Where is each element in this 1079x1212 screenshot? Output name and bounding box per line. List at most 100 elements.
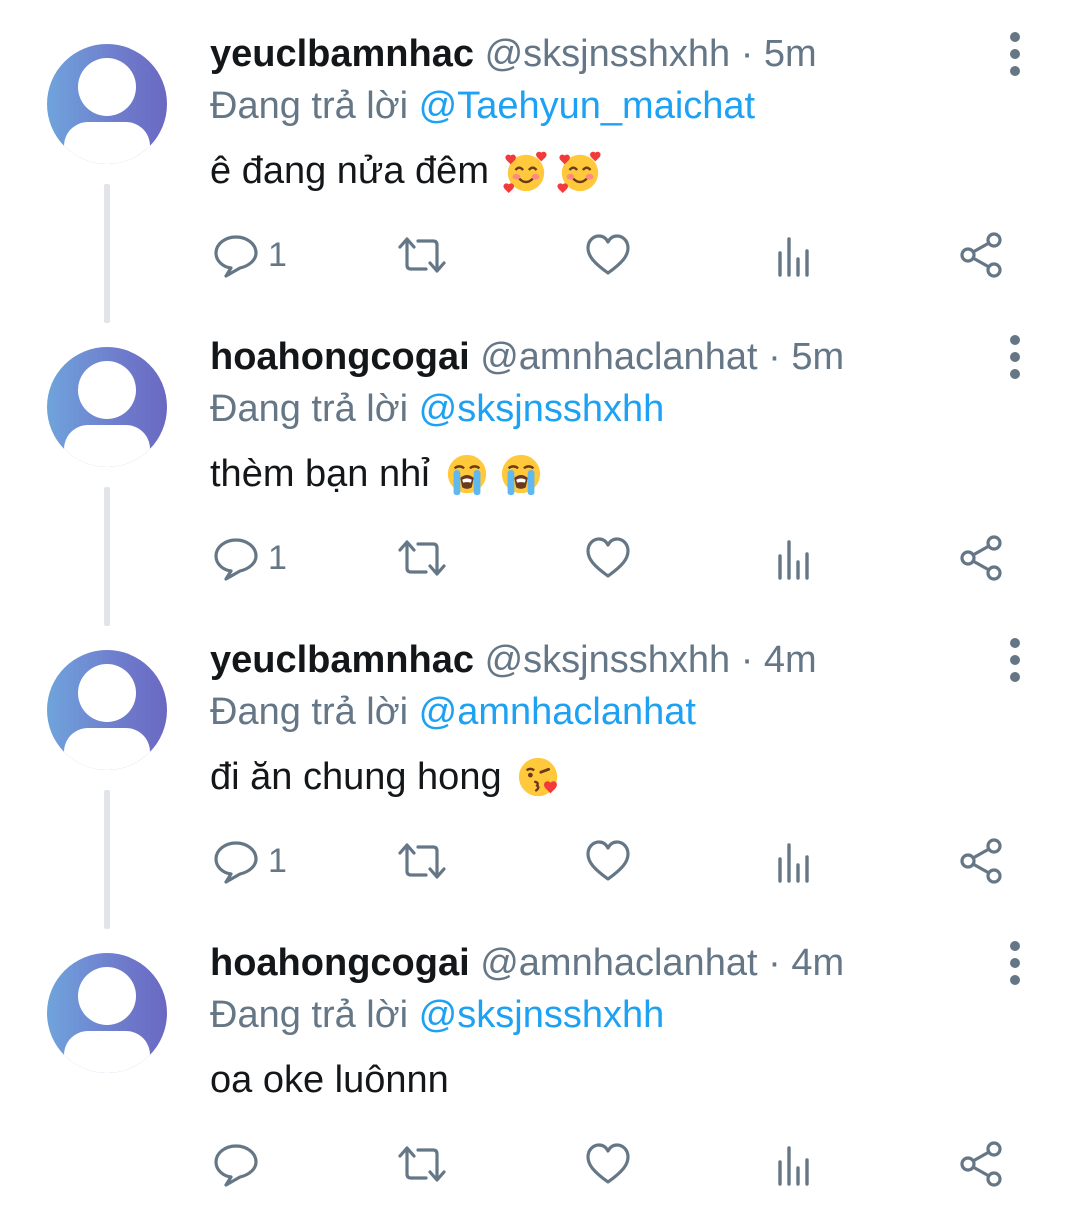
user-handle[interactable]: @amnhaclanhat bbox=[480, 942, 757, 984]
replying-to-label: Đang trả lời bbox=[210, 388, 409, 430]
retweet-button[interactable] bbox=[396, 831, 448, 891]
tweet[interactable]: yeuclbamnhac @sksjnsshxhh · 5m Đang trả … bbox=[0, 0, 1079, 323]
like-button[interactable] bbox=[584, 1134, 632, 1194]
analytics-icon bbox=[778, 843, 809, 883]
mention-link[interactable]: @amnhaclanhat bbox=[419, 691, 696, 733]
like-button[interactable] bbox=[584, 831, 632, 891]
replying-to: Đang trả lời @sksjnsshxhh bbox=[210, 385, 664, 433]
like-icon bbox=[586, 234, 630, 275]
tweet[interactable]: hoahongcogai @amnhaclanhat · 5m Đang trả… bbox=[0, 303, 1079, 626]
reply-icon bbox=[214, 1144, 258, 1187]
reply-button[interactable] bbox=[212, 1134, 268, 1194]
avatar[interactable] bbox=[47, 953, 167, 1073]
tweet-header: hoahongcogai @amnhaclanhat · 4m bbox=[210, 939, 844, 987]
retweet-button[interactable] bbox=[396, 225, 448, 285]
share-icon bbox=[960, 838, 1002, 884]
reply-icon bbox=[214, 538, 258, 581]
loudly-crying-face-emoji-icon bbox=[501, 454, 540, 496]
smiling-face-with-hearts-emoji-icon bbox=[557, 151, 601, 194]
user-handle[interactable]: @sksjnsshxhh bbox=[485, 33, 731, 75]
replying-to: Đang trả lời @sksjnsshxhh bbox=[210, 991, 664, 1039]
analytics-button[interactable] bbox=[774, 1134, 814, 1194]
analytics-icon bbox=[778, 1146, 809, 1186]
analytics-button[interactable] bbox=[774, 831, 814, 891]
tweet-actions bbox=[0, 1134, 1079, 1194]
retweet-icon bbox=[398, 540, 446, 576]
like-icon bbox=[586, 1143, 630, 1184]
loudly-crying-face-emoji-icon bbox=[447, 454, 486, 496]
more-options-icon[interactable] bbox=[1000, 32, 1030, 76]
display-name[interactable]: yeuclbamnhac bbox=[210, 33, 474, 75]
reply-count: 1 bbox=[268, 842, 287, 880]
tweet-actions: 1 bbox=[0, 528, 1079, 588]
share-button[interactable] bbox=[958, 225, 1006, 285]
face-blowing-a-kiss-emoji-icon bbox=[518, 757, 557, 797]
reply-count: 1 bbox=[268, 539, 287, 577]
retweet-button[interactable] bbox=[396, 1134, 448, 1194]
tweet-text: ê đang nửa đêm bbox=[210, 143, 603, 199]
like-button[interactable] bbox=[584, 225, 632, 285]
replying-to: Đang trả lời @Taehyun_maichat bbox=[210, 82, 755, 130]
timestamp[interactable]: 4m bbox=[764, 639, 817, 681]
share-icon bbox=[960, 535, 1002, 581]
smiling-face-with-hearts-emoji-icon bbox=[503, 151, 547, 194]
timestamp[interactable]: 5m bbox=[791, 336, 844, 378]
timestamp[interactable]: 5m bbox=[764, 33, 817, 75]
mention-link[interactable]: @Taehyun_maichat bbox=[419, 85, 755, 127]
avatar[interactable] bbox=[47, 650, 167, 770]
reply-button[interactable]: 1 bbox=[212, 528, 287, 588]
analytics-button[interactable] bbox=[774, 528, 814, 588]
tweet-body: đi ăn chung hong bbox=[210, 756, 502, 798]
display-name[interactable]: hoahongcogai bbox=[210, 942, 470, 984]
tweet-body: ê đang nửa đêm bbox=[210, 150, 489, 192]
separator: · bbox=[768, 336, 781, 378]
replying-to-label: Đang trả lời bbox=[210, 85, 409, 127]
more-options-icon[interactable] bbox=[1000, 638, 1030, 682]
tweet-body: oa oke luônnn bbox=[210, 1059, 449, 1101]
share-button[interactable] bbox=[958, 1134, 1006, 1194]
reply-icon bbox=[214, 235, 258, 278]
tweet-actions: 1 bbox=[0, 831, 1079, 891]
like-icon bbox=[586, 537, 630, 578]
display-name[interactable]: yeuclbamnhac bbox=[210, 639, 474, 681]
share-icon bbox=[960, 1141, 1002, 1187]
share-button[interactable] bbox=[958, 831, 1006, 891]
replying-to: Đang trả lời @amnhaclanhat bbox=[210, 688, 696, 736]
tweet-text: đi ăn chung hong bbox=[210, 749, 562, 805]
tweet-text: oa oke luônnn bbox=[210, 1052, 449, 1108]
reply-count: 1 bbox=[268, 236, 287, 274]
share-icon bbox=[960, 232, 1002, 278]
replying-to-label: Đang trả lời bbox=[210, 691, 409, 733]
user-handle[interactable]: @sksjnsshxhh bbox=[485, 639, 731, 681]
avatar[interactable] bbox=[47, 347, 167, 467]
reply-icon bbox=[214, 841, 258, 884]
analytics-icon bbox=[778, 540, 809, 580]
replying-to-label: Đang trả lời bbox=[210, 994, 409, 1036]
separator: · bbox=[740, 639, 754, 681]
display-name[interactable]: hoahongcogai bbox=[210, 336, 470, 378]
reply-button[interactable]: 1 bbox=[212, 831, 287, 891]
avatar[interactable] bbox=[47, 44, 167, 164]
mention-link[interactable]: @sksjnsshxhh bbox=[419, 994, 665, 1036]
separator: · bbox=[740, 33, 754, 75]
like-icon bbox=[586, 840, 630, 881]
reply-thread: yeuclbamnhac @sksjnsshxhh · 5m Đang trả … bbox=[0, 0, 1079, 1203]
analytics-button[interactable] bbox=[774, 225, 814, 285]
retweet-button[interactable] bbox=[396, 528, 448, 588]
reply-button[interactable]: 1 bbox=[212, 225, 287, 285]
tweet-body: thèm bạn nhỉ bbox=[210, 453, 430, 495]
like-button[interactable] bbox=[584, 528, 632, 588]
tweet[interactable]: yeuclbamnhac @sksjnsshxhh · 4m Đang trả … bbox=[0, 606, 1079, 929]
analytics-icon bbox=[778, 237, 809, 277]
mention-link[interactable]: @sksjnsshxhh bbox=[419, 388, 665, 430]
more-options-icon[interactable] bbox=[1000, 941, 1030, 985]
tweet-text: thèm bạn nhỉ bbox=[210, 446, 544, 502]
user-handle[interactable]: @amnhaclanhat bbox=[480, 336, 757, 378]
tweet-header: yeuclbamnhac @sksjnsshxhh · 4m bbox=[210, 636, 817, 684]
tweet-header: hoahongcogai @amnhaclanhat · 5m bbox=[210, 333, 844, 381]
retweet-icon bbox=[398, 843, 446, 879]
share-button[interactable] bbox=[958, 528, 1006, 588]
tweet[interactable]: hoahongcogai @amnhaclanhat · 4m Đang trả… bbox=[0, 909, 1079, 1212]
timestamp[interactable]: 4m bbox=[791, 942, 844, 984]
more-options-icon[interactable] bbox=[1000, 335, 1030, 379]
